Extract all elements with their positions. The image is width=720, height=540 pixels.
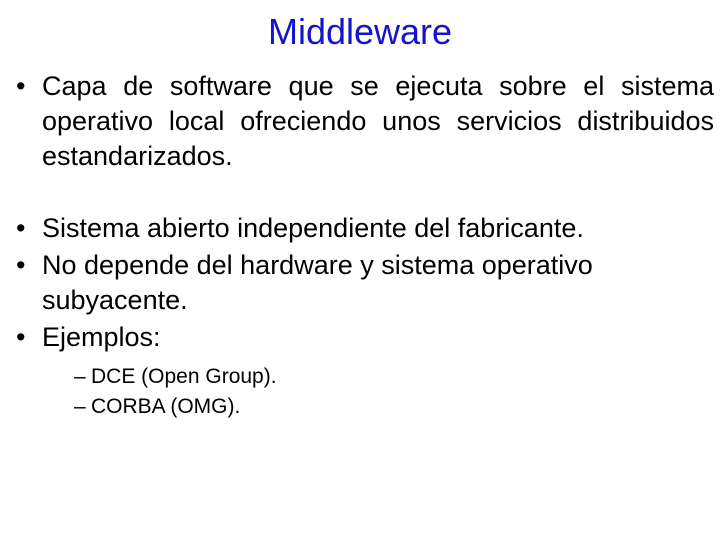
list-item: • Ejemplos: – DCE (Open Group). – CORBA … [8, 320, 714, 421]
dash-bullet-icon: – [74, 365, 86, 388]
list-item: • Sistema abierto independiente del fabr… [8, 211, 714, 246]
page-title: Middleware [267, 11, 453, 52]
sub-bullet-text: DCE (Open Group). [91, 365, 277, 388]
bullet-point-icon: • [16, 322, 26, 352]
list-item: • No depende del hardware y sistema oper… [8, 248, 714, 318]
list-item: • Capa de software que se ejecuta sobre … [8, 69, 714, 209]
bullet-point-icon: • [16, 213, 26, 243]
bullet-text: No depende del hardware y sistema operat… [42, 250, 593, 315]
bullet-text: Sistema abierto independiente del fabric… [42, 213, 584, 243]
sub-bullet-list: – DCE (Open Group). – CORBA (OMG). [42, 363, 714, 421]
slide: Middleware • Capa de software que se eje… [0, 0, 720, 540]
bullet-list: • Capa de software que se ejecuta sobre … [8, 69, 714, 421]
bullet-text: Capa de software que se ejecuta sobre el… [42, 71, 714, 171]
dash-bullet-icon: – [74, 395, 86, 418]
bullet-point-icon: • [16, 71, 26, 101]
bullet-point-icon: • [16, 250, 26, 280]
sub-list-item: – CORBA (OMG). [42, 393, 714, 421]
sub-bullet-text: CORBA (OMG). [91, 395, 241, 418]
slide-body: • Capa de software que se ejecuta sobre … [8, 69, 714, 423]
sub-list-item: – DCE (Open Group). [42, 363, 714, 391]
bullet-text: Ejemplos: [42, 322, 161, 352]
